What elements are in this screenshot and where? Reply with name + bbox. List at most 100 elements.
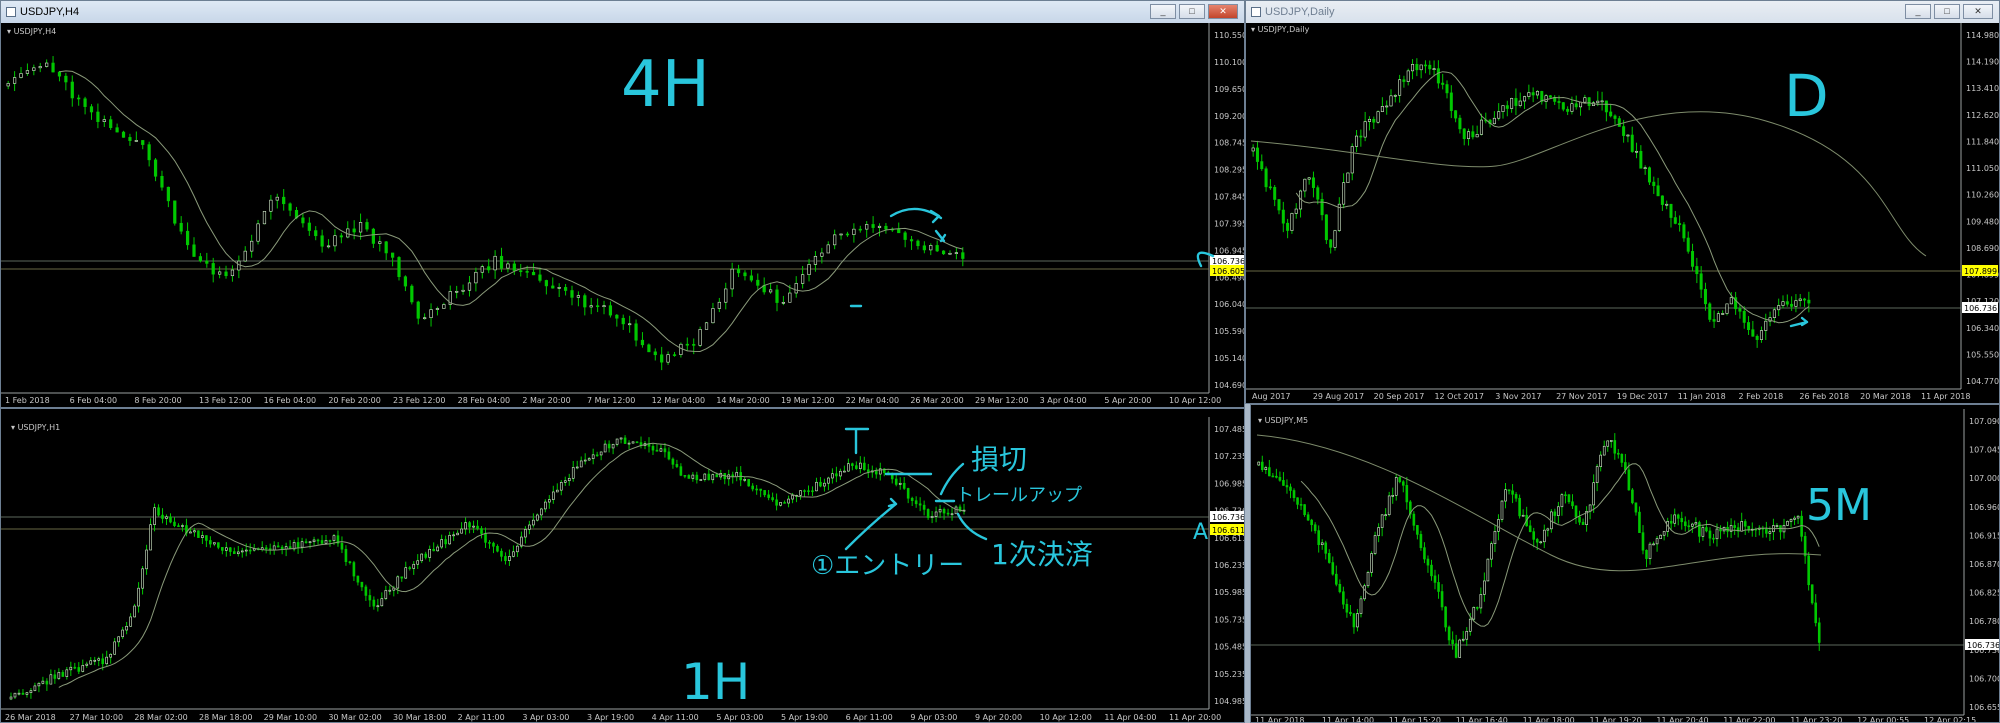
candle-body [922,504,926,510]
candle-body [1595,466,1599,483]
candle-body [1401,481,1405,486]
candle-body [1561,102,1565,110]
candle-body [519,270,523,272]
price-chart-daily[interactable]: 114.980 114.190 113.410 112.620 111.840 111.0… [1246,1,2000,404]
candle-body [1479,594,1483,609]
time-tick-label: 12 Mar 04:00 [652,396,705,405]
candle-body [1432,68,1436,70]
candle-body [280,546,284,550]
price-chart-h1[interactable]: 107.485 107.235 106.985 106.736 106.611 106.2… [1,409,1245,723]
candle-body [807,490,810,492]
candle-body [137,587,140,607]
candle-body [871,224,875,228]
candle-body [1504,489,1507,502]
time-tick-label: 5 Apr 19:00 [781,713,828,722]
candle-body [695,474,699,481]
candle-body [1493,531,1497,545]
candle-body [803,490,806,492]
candle-body [396,576,400,589]
price-chart-h4[interactable]: 110.550 110.100 109.650 109.200 108.745 108.2… [1,1,1245,408]
candle-body [835,473,838,477]
candle-body [1768,531,1772,534]
candle-body [403,276,408,287]
candle-body [380,598,384,607]
chart-window-h1[interactable]: 107.485 107.235 106.985 106.736 106.611 106.2… [0,408,1245,723]
candle-body [397,257,401,278]
candle-body [1329,239,1333,248]
candle-body [64,75,68,83]
candle-body [1705,527,1708,532]
candle-body [121,629,124,638]
candle-body [1510,98,1514,109]
candle-body [524,529,527,538]
candle-body [262,211,267,225]
candle-body [1501,105,1505,112]
handwritten-note-entry: ①エントリー [811,551,964,581]
candle-body [1292,490,1296,499]
time-tick-label: 26 Feb 2018 [1799,392,1849,401]
candle-body [1785,301,1789,305]
candle-body [1781,301,1785,306]
candle-body [141,140,145,145]
time-tick-label: 11 Apr 2018 [1921,392,1970,401]
candle-body [121,131,126,138]
candle-body [9,696,13,700]
candle-body [679,343,683,355]
candle-body [1676,514,1680,519]
candle-body [333,235,337,247]
candle-body [352,562,356,577]
candle-body [1652,543,1655,546]
candle-body [365,222,369,230]
time-tick-label: 30 Mar 18:00 [393,713,446,722]
candle-body [579,460,583,468]
candle-body [1708,303,1712,320]
candle-body [1695,266,1699,275]
price-chart-m5[interactable]: 107.090 107.045 107.000 106.960 106.915 106.8… [1251,405,2000,723]
candle-body [1669,521,1673,524]
chart-window-daily[interactable]: USDJPY,Daily _ □ ✕ 114.980 114.190 113.410… [1245,0,2000,404]
candle-body [1294,208,1298,214]
candle-body [783,502,786,504]
candle-body [826,244,830,254]
candle-body [839,470,842,477]
candle-body [316,539,320,542]
handwritten-pointer-entry [844,497,898,551]
chart-window-m5[interactable]: 107.090 107.045 107.000 106.960 106.915 106.8… [1250,404,2000,723]
handwritten-stop-mark [844,427,870,455]
candle-body [224,271,228,277]
candle-body [855,465,858,469]
time-tick-label: 2 Feb 2018 [1739,392,1784,401]
time-tick-label: 20 Mar 2018 [1860,392,1911,401]
candle-body [51,62,55,73]
candle-body [230,269,235,277]
candle-body [711,474,715,481]
candle-body [113,641,116,655]
price-tick-label: 107.845 [1214,193,1245,202]
candle-body [358,222,363,233]
time-tick-label: 6 Feb 04:00 [70,396,117,405]
candle-body [635,441,639,444]
time-tick-label: 20 Feb 20:00 [328,396,380,405]
candle-body [532,519,535,526]
candle-body [819,481,822,487]
candle-body [1627,469,1631,491]
candle-body [236,551,240,555]
price-tick-label: 109.200 [1214,112,1245,121]
candle-body [1461,638,1465,641]
candle-body [1324,214,1328,241]
candle-body [213,542,216,545]
candle-body [1290,213,1294,231]
candle-body [1398,477,1402,483]
candle-body [516,545,519,553]
time-tick-label: 7 Mar 12:00 [587,396,635,405]
chart-window-h4[interactable]: USDJPY,H4 _ □ ✕ 110.550 110.100 109.650 109… [0,0,1245,408]
price-tick-label: 106.235 [1214,561,1245,570]
candle-body [1635,150,1639,153]
candle-body [1402,79,1406,82]
candle-body [791,495,794,500]
candle-body [1789,519,1793,522]
candle-body [115,127,119,133]
time-tick-label: 1 Feb 2018 [5,396,50,405]
candle-body [400,576,404,579]
candle-body [536,514,539,521]
